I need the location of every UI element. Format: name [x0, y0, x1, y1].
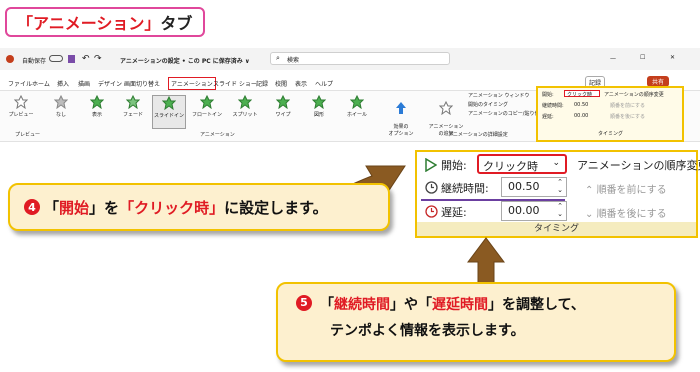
- quote-close: 」: [488, 297, 502, 313]
- particle: や: [404, 297, 418, 313]
- keyword-on-click: クリック時: [134, 198, 210, 217]
- keyword-delay: 遅延時間: [432, 297, 488, 313]
- quote-open: 「: [418, 297, 432, 313]
- callout-step-4: 4 「開始」を「クリック時」に設定します。: [8, 183, 390, 231]
- particle: を: [104, 198, 120, 217]
- quote-open: 「: [44, 198, 60, 217]
- quote-open: 「: [320, 297, 334, 313]
- callout-text-end: を調整して、: [502, 297, 585, 313]
- quote-close: 」: [390, 297, 404, 313]
- step-number-badge: 4: [24, 199, 40, 215]
- quote-close: 」: [89, 198, 105, 217]
- callout-text-end: に設定します。: [224, 198, 328, 217]
- keyword-duration: 継続時間: [334, 297, 390, 313]
- callout5-line2: テンポよく情報を表示します。: [330, 323, 525, 339]
- quote-open: 「: [119, 198, 135, 217]
- keyword-start: 開始: [59, 198, 90, 217]
- callout5-line1: 「継続時間」や「遅延時間」を調整して、: [320, 292, 674, 318]
- step-number-badge: 5: [296, 295, 312, 311]
- callout-step-5: 5 「継続時間」や「遅延時間」を調整して、 テンポよく情報を表示します。: [276, 282, 676, 362]
- quote-close: 」: [209, 198, 225, 217]
